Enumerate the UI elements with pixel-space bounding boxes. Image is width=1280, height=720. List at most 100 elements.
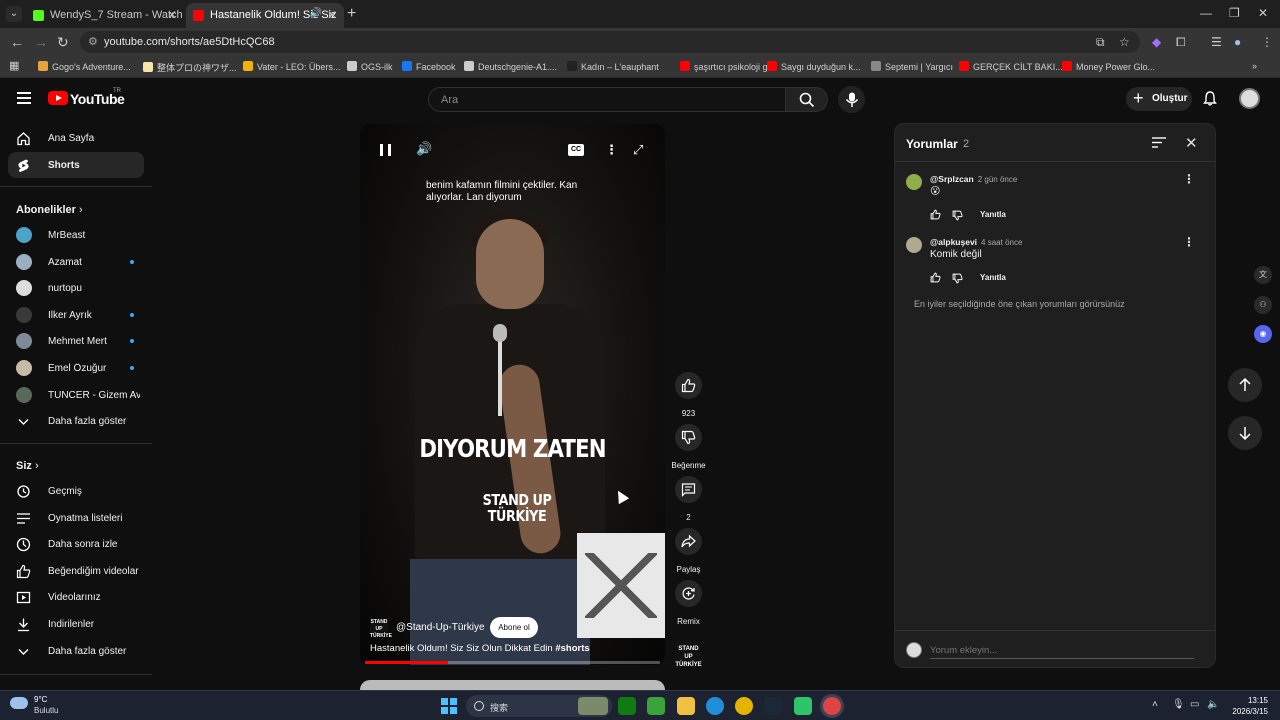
comment-dislike-icon[interactable] [952, 273, 963, 284]
search-button[interactable] [786, 87, 828, 112]
pause-button[interactable] [380, 144, 391, 156]
you-heading[interactable]: Siz › [16, 460, 39, 472]
previous-short-button[interactable] [1228, 368, 1262, 402]
share-action[interactable]: Paylaş [675, 528, 702, 574]
reload-icon[interactable]: ↻ [57, 34, 69, 51]
tray-overflow-icon[interactable]: ˄ [1152, 699, 1158, 710]
like-button[interactable] [675, 372, 702, 399]
comment-dislike-icon[interactable] [952, 210, 963, 221]
edge-icon[interactable] [706, 697, 724, 715]
bookmark-item[interactable]: Money Power Glo... [1062, 61, 1155, 72]
comment-more-icon[interactable]: ⋮ [1183, 172, 1195, 186]
subscriptions-heading[interactable]: Abonelikler › [16, 204, 83, 216]
sidebar-item-playlists[interactable]: Oynatma listeleri [8, 505, 144, 531]
fullscreen-icon[interactable]: ⤢ [633, 142, 643, 158]
close-window-icon[interactable]: ✕ [1258, 6, 1268, 20]
subscription-item[interactable]: nurtopu [8, 275, 144, 301]
youtube-logo-icon[interactable] [48, 91, 68, 105]
tab-search-button[interactable]: ⌄ [6, 6, 22, 22]
subscription-item[interactable]: Azamat [8, 249, 144, 275]
hashtag-link[interactable]: #shorts [555, 643, 589, 654]
bookmark-item[interactable]: Gogo's Adventure... [38, 61, 131, 72]
comment-author[interactable]: @alpkuşevi 4 saat önce [930, 237, 1022, 247]
reading-list-icon[interactable]: ☰ [1211, 35, 1222, 49]
share-button[interactable] [675, 528, 702, 555]
sidebar-item-download[interactable]: İndirilenler [8, 611, 144, 637]
show-more-you[interactable]: Daha fazla göster [8, 638, 144, 664]
minimize-icon[interactable]: — [1200, 6, 1212, 20]
volume-tray-icon[interactable]: 🔈 [1207, 699, 1219, 710]
browser-tab[interactable]: WendyS_7 Stream - Watch Li ✕ [26, 3, 184, 28]
close-comments-icon[interactable]: ✕ [1185, 134, 1198, 152]
subscription-item[interactable]: Emel Özuğur [8, 355, 144, 381]
commenter-avatar[interactable] [906, 174, 922, 190]
store-green-icon[interactable] [647, 697, 665, 715]
subscription-item[interactable]: Mehmet Mert [8, 328, 144, 354]
bookmark-item[interactable]: GERÇEK CİLT BAKI... [959, 61, 1063, 72]
apps-icon[interactable]: ⚇ [1254, 296, 1272, 314]
voice-search-button[interactable] [838, 86, 865, 113]
bookmark-item[interactable]: Septemi | Yargıcı [871, 61, 953, 72]
url-field[interactable]: ⚙ youtube.com/shorts/ae5DtHcQC68 ⧉ ☆ [80, 31, 1140, 53]
translate-icon[interactable]: 文 [1254, 266, 1272, 284]
bookmark-item[interactable]: şaşırtıcı psikoloji g... [680, 61, 775, 72]
channel-logo[interactable]: STAND UP TÜRKİYE [370, 619, 392, 639]
comment-like-icon[interactable] [930, 209, 941, 220]
site-info-icon[interactable]: ⚙ [88, 35, 98, 48]
sidebar-item-home[interactable]: Ana Sayfa [8, 125, 144, 151]
channel-handle[interactable]: @Stand-Up-Türkiye [396, 622, 485, 633]
bookmark-item[interactable]: Deutschgenie-A1.... [464, 61, 557, 72]
more-options-icon[interactable]: ⋮ [605, 142, 618, 158]
progress-bar[interactable] [365, 661, 660, 664]
profile-icon[interactable]: ● [1234, 35, 1241, 49]
comments-action[interactable]: 2 [675, 476, 702, 522]
tray-mic-icon[interactable]: 🎙 [1172, 699, 1185, 710]
more-bookmarks-icon[interactable]: » [1252, 61, 1257, 71]
comments-button[interactable] [675, 476, 702, 503]
search-highlight-icon[interactable] [578, 697, 608, 715]
next-short-button[interactable] [1228, 416, 1262, 450]
subscription-item[interactable]: İlker Ayrık [8, 302, 144, 328]
search-input[interactable]: Ara [428, 87, 786, 112]
forward-icon[interactable]: → [34, 34, 48, 50]
bookmark-item[interactable]: OGS-ilk [347, 61, 393, 72]
sidebar-item-watch-later[interactable]: Daha sonra izle [8, 531, 144, 557]
extensions-puzzle-icon[interactable]: ⧠ [1176, 35, 1186, 50]
show-more-subscriptions[interactable]: Daha fazla göster [8, 408, 144, 434]
comment-input[interactable] [930, 643, 1194, 659]
chrome-active-icon[interactable] [823, 697, 841, 715]
chrome-icon[interactable] [735, 697, 753, 715]
subscribe-button[interactable]: Abone ol [490, 617, 538, 638]
network-icon[interactable]: ▭ [1190, 699, 1199, 710]
bookmark-item[interactable]: 整体プロの神ワザ... [143, 61, 237, 74]
close-tab-icon[interactable]: ✕ [167, 8, 177, 22]
system-clock[interactable]: 13:15 2026/3/15 [1224, 695, 1268, 717]
apps-grid-icon[interactable]: ▦ [9, 59, 19, 72]
audio-playing-icon[interactable]: 🔊 [310, 8, 322, 19]
like-action[interactable]: 923 [675, 372, 702, 418]
browser-menu-icon[interactable]: ⋮ [1261, 35, 1273, 49]
remix-action[interactable]: Remix [675, 580, 702, 626]
create-button[interactable]: Oluştur [1126, 87, 1192, 111]
subscription-item[interactable]: TUNCER - Gizem Av... [8, 382, 144, 408]
bookmark-item[interactable]: Vater - LEO: Übers... [243, 61, 340, 72]
notifications-icon[interactable] [1203, 91, 1217, 106]
menu-icon[interactable] [17, 92, 31, 104]
game-app-icon[interactable] [794, 697, 812, 715]
extension-icon[interactable]: ◆ [1152, 35, 1161, 49]
sort-icon[interactable] [1152, 137, 1166, 148]
browser-tab-active[interactable]: Hastanelik Oldum! Siz Siz 🔊 ✕ [186, 3, 344, 28]
account-avatar[interactable] [1239, 88, 1260, 109]
comment-author[interactable]: @Srplzcan 2 gün önce [930, 174, 1017, 184]
xbox-icon[interactable] [618, 697, 636, 715]
new-tab-button[interactable]: + [347, 5, 356, 23]
bookmark-item[interactable]: Kadın – L'eauphant [567, 61, 659, 72]
commenter-avatar[interactable] [906, 237, 922, 253]
sidebar-item-history[interactable]: Geçmiş [8, 478, 144, 504]
dislike-action[interactable]: Beğenme [671, 424, 706, 470]
reply-button[interactable]: Yanıtla [980, 273, 1006, 282]
subscription-item[interactable]: MrBeast [8, 222, 144, 248]
discord-icon[interactable]: ◉ [1254, 325, 1272, 343]
close-tab-icon[interactable]: ✕ [327, 8, 337, 22]
comment-like-icon[interactable] [930, 272, 941, 283]
